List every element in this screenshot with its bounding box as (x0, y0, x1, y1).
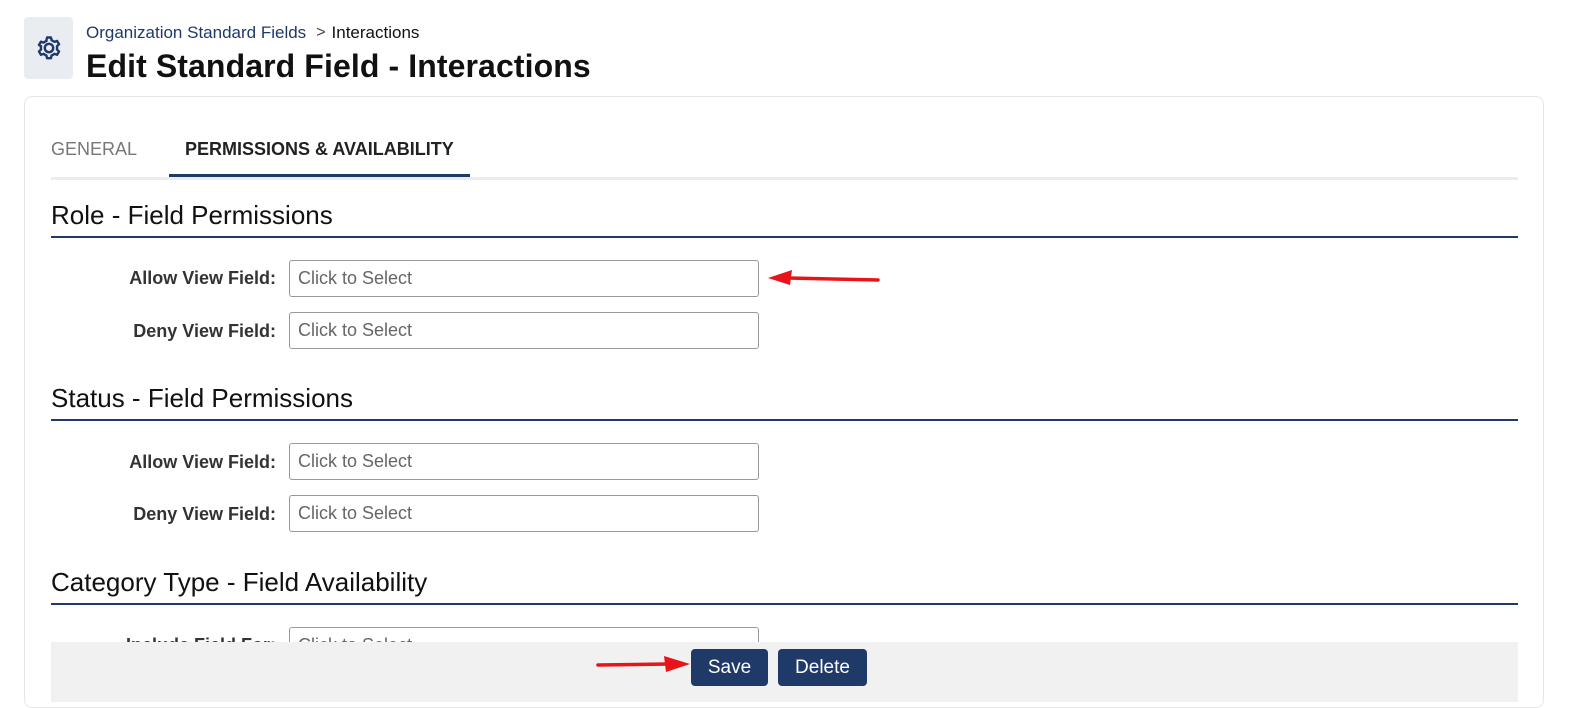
section-title-role-field-permissions: Role - Field Permissions (51, 198, 1518, 238)
delete-button[interactable]: Delete (778, 649, 867, 686)
status-allow-view-select[interactable] (289, 443, 759, 480)
tab-permissions-availability[interactable]: PERMISSIONS & AVAILABILITY (169, 133, 470, 177)
tab-bar: GENERAL PERMISSIONS & AVAILABILITY (51, 133, 1518, 180)
role-allow-view-label: Allow View Field: (129, 268, 276, 288)
section-title-category-type-field-availability: Category Type - Field Availability (51, 565, 1518, 605)
annotation-arrow-left-icon (768, 270, 880, 285)
breadcrumb-link-organization-standard-fields[interactable]: Organization Standard Fields (86, 22, 306, 44)
role-deny-view-select[interactable] (289, 312, 759, 349)
chevron-right-icon: > (316, 24, 326, 41)
role-allow-view-select[interactable] (289, 260, 759, 297)
breadcrumb: Organization Standard Fields > Interacti… (86, 22, 419, 44)
status-deny-view-select[interactable] (289, 495, 759, 532)
page-icon (24, 17, 73, 79)
page-title: Edit Standard Field - Interactions (86, 48, 591, 84)
status-deny-view-label: Deny View Field: (133, 504, 276, 524)
save-button[interactable]: Save (691, 649, 768, 686)
tab-general[interactable]: GENERAL (51, 133, 153, 177)
annotation-arrow-right-icon (596, 656, 690, 672)
status-allow-view-label: Allow View Field: (129, 452, 276, 472)
gear-icon (37, 36, 60, 60)
edit-card: GENERAL PERMISSIONS & AVAILABILITY Role … (24, 96, 1544, 708)
action-footer: Save Delete (51, 642, 1518, 702)
role-deny-view-label: Deny View Field: (133, 321, 276, 341)
breadcrumb-current: Interactions (331, 23, 420, 42)
section-title-status-field-permissions: Status - Field Permissions (51, 381, 1518, 421)
